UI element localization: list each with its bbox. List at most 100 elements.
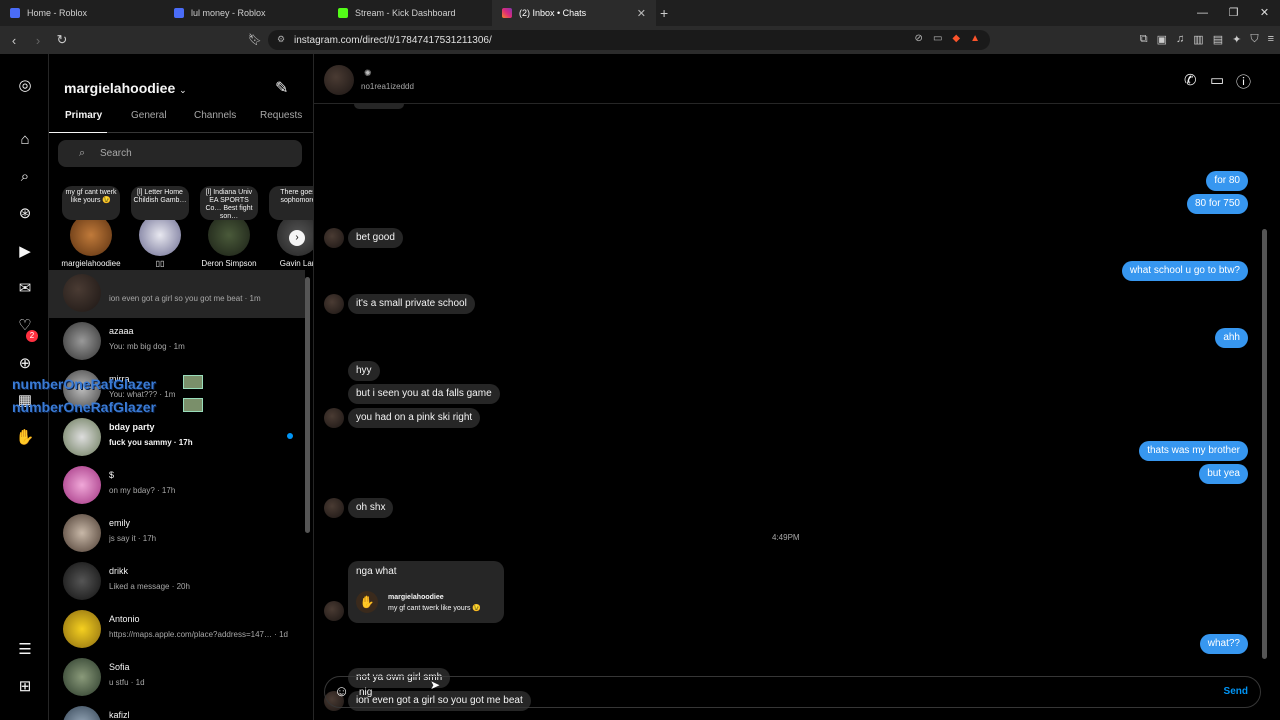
message-bubble-incoming[interactable]: bet good [348,228,403,248]
camera-blocked-icon[interactable]: ⊘ [915,33,923,44]
message-bubble-incoming[interactable]: but i seen you at da falls game [348,384,500,404]
explore-icon[interactable]: ⊛ [15,204,35,224]
kick-icon [338,8,348,18]
brave-shield-icon[interactable]: ◆ [952,33,960,44]
address-bar[interactable]: ⚙ instagram.com/direct/t/178474175312113… [268,30,990,50]
message-bubble-outgoing[interactable]: 80 for 750 [1186,194,1248,214]
account-switcher[interactable]: margielahoodiee ⌄ [64,80,187,96]
messages-icon[interactable]: ✉ [15,279,35,299]
message-bubble-incoming[interactable]: hyy [348,361,380,381]
vpn-icon[interactable]: ⛉ [1250,33,1258,46]
stream-overlay-text: numberOneRafGlazer [12,399,156,415]
avatar [63,610,101,648]
screenshot-icon[interactable]: ▣ [1157,33,1167,46]
avatar [208,214,250,256]
menu-icon[interactable]: ≡ [1268,33,1274,46]
search-icon: ⌕ [79,147,86,159]
list-item[interactable]: drikk Liked a message · 20h [49,558,305,606]
home-icon[interactable]: ⌂ [15,130,35,150]
list-item[interactable]: $ on my bday? · 17h [49,462,305,510]
reels-icon[interactable]: ▶ [15,242,35,262]
chat-username[interactable]: no1rea1izeddd [361,82,414,91]
message-bubble-outgoing[interactable]: but yea [1199,464,1248,484]
message-timestamp: 4:49PM [772,533,800,542]
info-icon[interactable]: ⓘ [1236,71,1251,92]
message-bubble-outgoing[interactable]: what?? [1199,634,1248,654]
forward-icon[interactable]: › [28,33,48,48]
more-menu-icon[interactable]: ☰ [15,640,35,660]
list-item[interactable]: kafizl [49,702,305,720]
bookmark-icon[interactable]: 🔖︎ [248,33,262,46]
message-bubble-outgoing[interactable]: ahh [1215,328,1248,348]
chat-scrollbar[interactable] [1262,229,1267,659]
search-input[interactable]: ⌕ Search [58,140,302,167]
list-item[interactable]: bday party fuck you sammy · 17h [49,414,305,462]
tab-roblox-lul[interactable]: lul money - Roblox [164,0,328,26]
avatar [63,562,101,600]
roblox-icon [10,8,20,18]
message-composer[interactable]: ☺ nig Send [324,676,1261,708]
tab-channels[interactable]: Channels [194,110,236,121]
new-tab-icon[interactable]: + [660,5,668,21]
list-item[interactable]: ion even got a girl so you got me beat ·… [49,270,305,318]
emoji-icon[interactable]: ☺ [334,683,349,700]
avatar [63,658,101,696]
also-from-meta-icon[interactable]: ⊞ [15,677,35,697]
back-icon[interactable]: ‹ [4,33,24,48]
message-input[interactable]: nig [359,687,372,698]
close-window-icon[interactable]: ✕ [1249,0,1280,26]
tab-instagram[interactable]: (2) Inbox • Chats ✕ [492,0,656,26]
note-reply-card[interactable]: nga what ✋ margielahoodiee my gf cant tw… [348,561,504,623]
tab-divider [49,132,313,133]
message-bubble-incoming[interactable]: it's a small private school [348,294,475,314]
create-icon[interactable]: ⊕ [15,354,35,374]
leo-icon[interactable]: ✦ [1232,33,1241,46]
list-item[interactable]: Sofia u stfu · 1d [49,654,305,702]
avatar [324,294,344,314]
message-bubble-incoming[interactable]: you had on a pink ski right [348,408,481,428]
avatar [63,466,101,504]
close-tab-icon[interactable]: ✕ [637,7,646,20]
profile-icon[interactable]: ✋ [15,428,35,448]
list-item[interactable]: azaaa You: mb big dog · 1m [49,318,305,366]
chevron-right-icon[interactable]: › [289,230,305,246]
site-info-icon[interactable]: ⚙ [277,34,285,45]
tab-general[interactable]: General [131,110,167,121]
inbox-tabs: Primary General Channels Requests [49,110,313,132]
tab-kick[interactable]: Stream - Kick Dashboard [328,0,492,26]
inbox-scrollbar[interactable] [305,277,310,533]
new-message-icon[interactable]: ✎ [275,78,288,98]
video-call-icon[interactable]: ▭ [1210,71,1224,89]
list-item[interactable]: emily js say it · 17h [49,510,305,558]
avatar[interactable] [324,65,354,95]
reload-icon[interactable]: ↻ [52,32,72,48]
send-button[interactable]: Send [1224,686,1248,697]
restore-icon[interactable]: ❐ [1218,0,1249,26]
message-thread: for 80 80 for 750 bet good what school u… [314,104,1280,711]
tab-requests[interactable]: Requests [260,110,302,121]
tab-roblox-home[interactable]: Home - Roblox [0,0,164,26]
tab-primary[interactable]: Primary [65,110,102,121]
message-bubble-incoming[interactable]: oh shx [348,498,394,518]
search-icon[interactable]: ⌕ [15,167,35,187]
browser-nav-bar: ‹ › ↻ 🔖︎ ⚙ instagram.com/direct/t/178474… [0,26,1280,54]
message-bubble-outgoing[interactable]: what school u go to btw? [1121,261,1248,281]
instagram-logo-icon[interactable]: ◎ [15,76,35,96]
message-bubble-outgoing[interactable]: thats was my brother [1139,441,1248,461]
extensions-icon[interactable]: ⧉ [1140,33,1148,46]
phone-icon[interactable]: ✆ [1184,71,1197,89]
cast-icon[interactable]: ▭ [933,33,942,44]
wallet-icon[interactable]: ▤ [1213,33,1223,46]
music-icon[interactable]: ♫ [1176,33,1184,46]
chat-header: ✺ no1rea1izeddd ✆ ▭ ⓘ [314,54,1280,104]
mouse-cursor-icon: ➤ [430,678,441,692]
notifications-icon[interactable]: ♡ [15,316,35,336]
list-item[interactable]: Antonio https://maps.apple.com/place?add… [49,606,305,654]
message-bubble-outgoing[interactable]: for 80 [1206,171,1248,191]
stream-overlay-image [183,375,203,389]
note-bubble: [l] Indiana Univ EA SPORTS Co… Best figh… [200,186,258,220]
sidebar-icon[interactable]: ▥ [1193,33,1203,46]
chat-panel: ✺ no1rea1izeddd ✆ ▭ ⓘ for 80 80 for 750 … [314,54,1280,720]
minimize-icon[interactable]: — [1187,0,1218,26]
brave-rewards-icon[interactable]: ▲ [970,33,980,44]
